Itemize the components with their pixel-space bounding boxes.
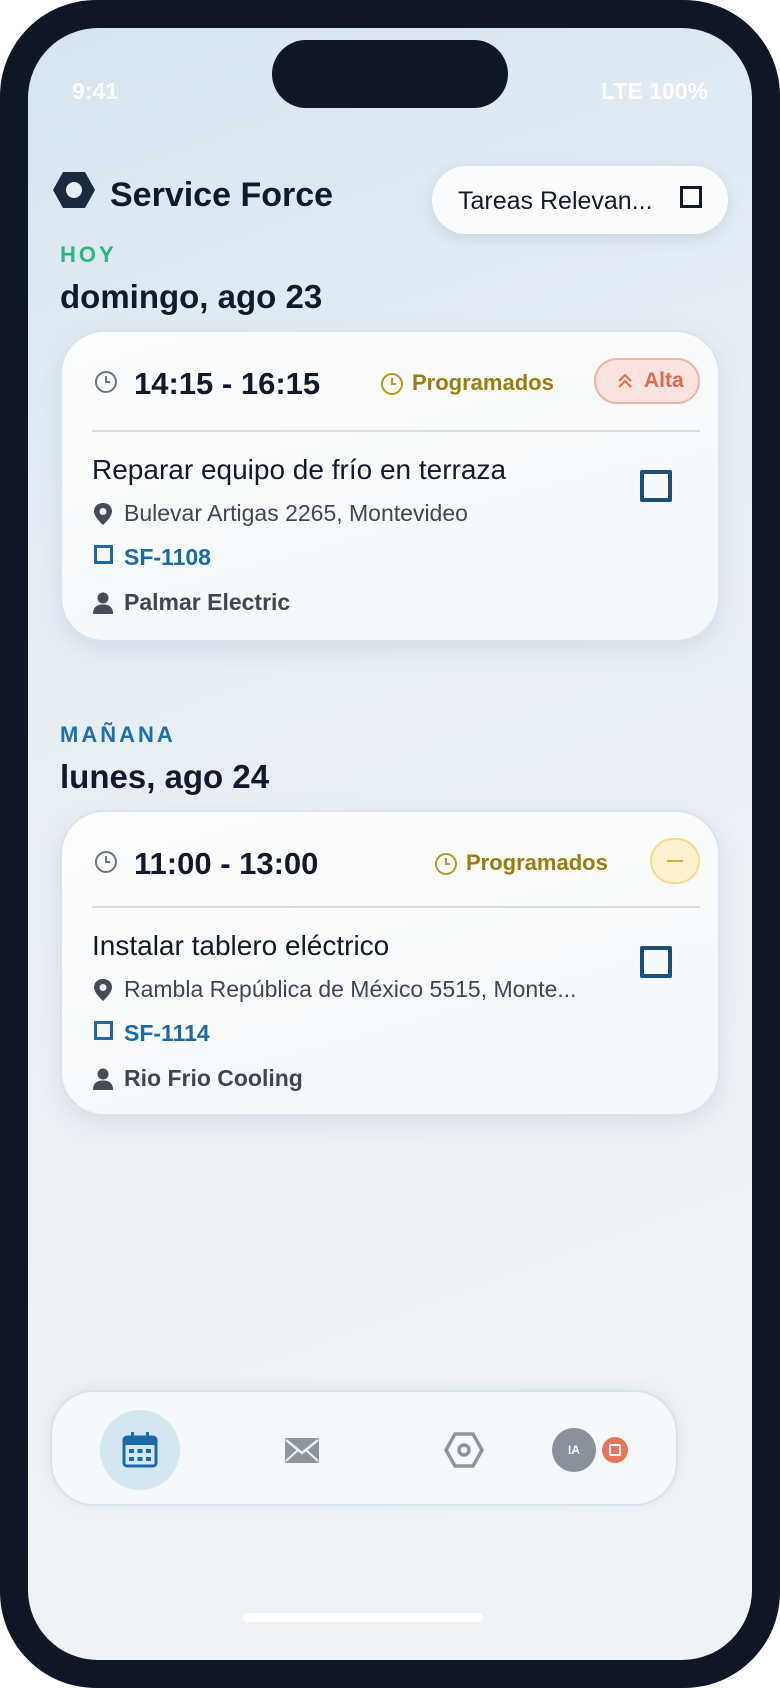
- task-title: Instalar tablero eléctrico: [92, 930, 390, 961]
- card-header: 11:00 - 13:00 Programados: [62, 812, 718, 910]
- location-pin-icon: [94, 979, 112, 1001]
- status-bar: 9:41 LTE 100%: [28, 28, 752, 108]
- day-section-today: HOY domingo, ago 23: [60, 242, 720, 316]
- nav-calendar[interactable]: [100, 1410, 180, 1490]
- task-ticket[interactable]: SF-1108: [92, 542, 652, 572]
- status-text: Programados: [466, 850, 608, 875]
- calendar-icon: [122, 1432, 158, 1468]
- ticket-icon: [94, 545, 113, 564]
- settings-hexagon-icon: [444, 1432, 484, 1468]
- status-text: Programados: [412, 370, 554, 395]
- task-address: Bulevar Artigas 2265, Montevideo: [92, 498, 652, 528]
- bottom-nav: IA: [50, 1390, 678, 1506]
- status-time: 9:41: [72, 78, 119, 104]
- stop-icon[interactable]: [602, 1437, 628, 1463]
- day-date: domingo, ago 23: [60, 278, 323, 315]
- person-icon: [93, 592, 113, 614]
- person-icon: [93, 1068, 113, 1090]
- checkbox-icon: [680, 186, 702, 208]
- clock-icon: [435, 853, 457, 875]
- app-header: Service Force Tareas Relevan...: [52, 152, 728, 234]
- day-tag: HOY: [60, 242, 117, 267]
- app-title: Service Force: [110, 176, 334, 214]
- task-title: Reparar equipo de frío en terraza: [92, 454, 507, 485]
- priority-text: Alta: [644, 369, 684, 392]
- nav-messages[interactable]: [262, 1410, 342, 1490]
- card-header: 14:15 - 16:15 Programados Alta: [62, 332, 718, 430]
- dynamic-island: [272, 40, 508, 108]
- address-text: Bulevar Artigas 2265, Montevideo: [124, 500, 468, 526]
- status-label: Programados: [434, 848, 608, 880]
- nav-settings[interactable]: [424, 1410, 504, 1490]
- time-range: 14:15 - 16:15: [134, 366, 321, 401]
- hexagon-logo-icon: [53, 172, 95, 208]
- ticket-link[interactable]: SF-1108: [124, 544, 644, 571]
- device-frame: 9:41 LTE 100% Service Force Tareas Relev…: [0, 0, 780, 1688]
- priority-badge: Alta: [594, 358, 700, 404]
- task-client: Palmar Electric: [92, 587, 652, 617]
- status-label: Programados: [380, 368, 554, 400]
- clock-icon: [381, 373, 403, 395]
- task-address: Rambla República de México 5515, Monte..…: [92, 974, 652, 1004]
- divider: [92, 906, 700, 908]
- home-indicator[interactable]: [243, 1613, 483, 1622]
- task-ticket[interactable]: SF-1114: [92, 1018, 652, 1048]
- client-text: Palmar Electric: [124, 589, 291, 615]
- priority-badge: [650, 838, 700, 884]
- day-section-tomorrow: MAÑANA lunes, ago 24: [60, 722, 720, 796]
- ticket-icon: [94, 1021, 113, 1040]
- time-range: 11:00 - 13:00: [134, 846, 319, 881]
- location-pin-icon: [94, 503, 112, 525]
- divider: [92, 430, 700, 432]
- screen: 9:41 LTE 100% Service Force Tareas Relev…: [28, 28, 752, 1660]
- mail-icon: [285, 1438, 319, 1463]
- task-card[interactable]: 11:00 - 13:00 Programados Instalar table…: [60, 810, 720, 1116]
- relevant-tasks-filter-button[interactable]: Tareas Relevan...: [432, 166, 728, 234]
- chevrons-up-icon: [618, 373, 632, 388]
- clock-icon: [95, 851, 117, 873]
- day-tag: MAÑANA: [60, 722, 176, 747]
- task-card[interactable]: 14:15 - 16:15 Programados Alta Reparar e…: [60, 330, 720, 642]
- clock-icon: [95, 371, 117, 393]
- client-text: Rio Frio Cooling: [124, 1065, 303, 1091]
- task-client: Rio Frio Cooling: [92, 1063, 652, 1093]
- filter-label: Tareas Relevan...: [458, 187, 653, 215]
- ticket-link[interactable]: SF-1114: [124, 1020, 644, 1047]
- status-network-battery: LTE 100%: [601, 78, 708, 104]
- day-date: lunes, ago 24: [60, 758, 270, 795]
- priority-dash-icon: [667, 860, 683, 862]
- avatar[interactable]: IA: [552, 1428, 596, 1472]
- address-text: Rambla República de México 5515, Monte..…: [124, 976, 577, 1002]
